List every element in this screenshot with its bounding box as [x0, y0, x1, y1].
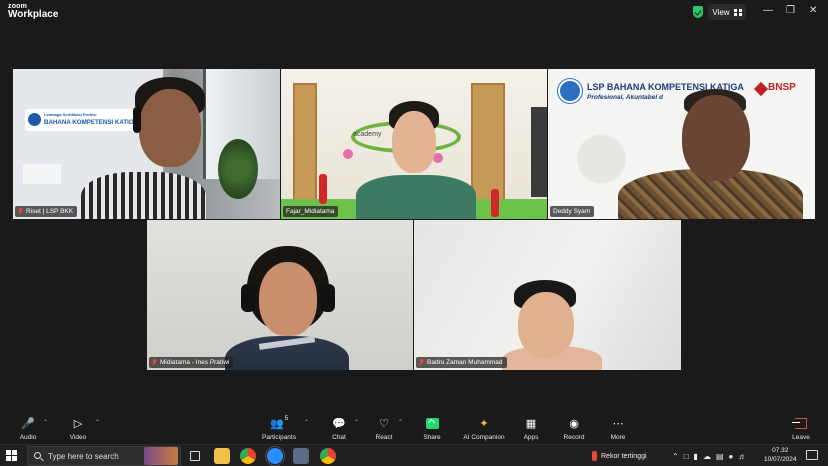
- brand-bottom: Workplace: [8, 9, 59, 20]
- search-icon: [34, 452, 41, 459]
- plant-decoration: [218, 139, 258, 199]
- search-placeholder: Type here to search: [48, 451, 119, 461]
- participants-count: 5: [284, 416, 289, 422]
- participant-name-tag: Midiatama - Ines Pratiwi: [149, 357, 234, 368]
- more-button[interactable]: ⋯ More: [588, 416, 648, 442]
- view-label: View: [712, 7, 730, 17]
- clock[interactable]: 07.32 10/07/2024: [764, 446, 797, 464]
- weather-widget[interactable]: Rekor tertinggi: [592, 445, 647, 466]
- file-explorer-icon[interactable]: [214, 448, 230, 464]
- grid-icon: [733, 8, 742, 16]
- leave-button[interactable]: Leave: [771, 416, 828, 441]
- zoom-window: zoom Workplace View — ❐ ✕ Lembaga Sertif…: [0, 0, 828, 466]
- chrome-profile-icon[interactable]: [320, 448, 336, 464]
- minimize-icon[interactable]: —: [763, 6, 773, 16]
- participant-name-tag: Fajar_Midiatama: [283, 206, 339, 217]
- zoom-app-icon[interactable]: [265, 446, 285, 466]
- share-screen-icon: [425, 417, 439, 429]
- participant-video: [351, 97, 481, 219]
- participant-name: Riset | LSP BKK: [26, 208, 74, 215]
- video-tile-1[interactable]: Lembaga Sertifikasi Profesi BAHANA KOMPE…: [13, 69, 280, 219]
- participant-video: [217, 244, 357, 370]
- participant-video: [502, 278, 602, 370]
- search-highlight-image[interactable]: [144, 447, 178, 465]
- fire-extinguisher-right: [491, 189, 499, 217]
- meeting-toolbar: 🎤 Audio ⌃ ▷ Video ⌃ 👥 5 Participants ⌃ 💬 …: [0, 413, 828, 444]
- mic-tray-icon[interactable]: ●: [729, 452, 734, 461]
- shelf-left: [293, 83, 317, 213]
- task-view-icon[interactable]: [190, 451, 200, 461]
- system-tray: ⌃ □ ▮ ☁ ▤ ● ♬: [672, 445, 746, 466]
- close-icon[interactable]: ✕: [809, 6, 817, 16]
- video-tile-3[interactable]: LSP BAHANA KOMPETENSI KATIGA Profesional…: [548, 69, 815, 219]
- clock-time: 07.32: [772, 447, 789, 454]
- leave-door-icon: [792, 417, 807, 429]
- participant-video: [618, 89, 808, 219]
- mic-muted-icon: [18, 208, 23, 215]
- mail-icon[interactable]: [293, 448, 309, 464]
- microphone-icon: 🎤: [21, 417, 35, 430]
- participant-name-tag: Badru Zaman Muhammad: [416, 357, 507, 368]
- video-tile-5[interactable]: Badru Zaman Muhammad: [414, 220, 681, 370]
- participant-name: Deddy Syam: [553, 208, 591, 215]
- apps-icon: ▦: [525, 417, 537, 430]
- windows-start-icon[interactable]: [6, 450, 17, 461]
- video-camera-icon: ▷: [73, 417, 83, 430]
- participant-name: Midiatama - Ines Pratiwi: [160, 359, 230, 366]
- notification-icon[interactable]: [806, 450, 818, 460]
- view-button[interactable]: View: [708, 4, 746, 20]
- clock-date: 10/07/2024: [764, 456, 797, 463]
- fire-extinguisher-left: [319, 174, 327, 204]
- thermometer-icon: [592, 451, 597, 461]
- mic-muted-icon: [419, 359, 424, 366]
- cloud-icon[interactable]: ☁: [703, 452, 711, 461]
- security-shield-icon[interactable]: [693, 6, 703, 18]
- participant-name: Fajar_Midiatama: [286, 208, 335, 215]
- participants-icon: 👥 5: [269, 416, 289, 430]
- video-options-chevron-icon[interactable]: ⌃: [95, 419, 100, 426]
- video-tile-2[interactable]: academy Fajar_Midiatama: [281, 69, 547, 219]
- video-tile-4[interactable]: Midiatama - Ines Pratiwi: [147, 220, 413, 370]
- chat-bubble-icon: 💬: [332, 417, 346, 430]
- maximize-icon[interactable]: ❐: [786, 6, 795, 16]
- speaker-icon[interactable]: ♬: [738, 452, 746, 461]
- network-icon[interactable]: ▤: [716, 452, 724, 461]
- participant-name-tag: Deddy Syam: [550, 206, 595, 217]
- mic-muted-icon: [152, 359, 157, 366]
- meet-icon[interactable]: □: [684, 452, 689, 461]
- headphone-icon: [241, 284, 255, 312]
- sparkle-icon: ✦: [479, 417, 489, 430]
- chrome-icon[interactable]: [240, 448, 256, 464]
- zoom-workplace-logo: zoom Workplace: [8, 3, 58, 20]
- participant-name-tag: Riset | LSP BKK: [15, 206, 78, 217]
- participant-video: [73, 77, 223, 219]
- participants-button[interactable]: 👥 5 Participants: [249, 416, 309, 441]
- lsp-logo-icon: [558, 79, 582, 103]
- more-dots-icon: ⋯: [612, 417, 624, 430]
- tray-chevron-icon[interactable]: ⌃: [672, 452, 679, 461]
- heart-icon: ♡: [379, 417, 389, 430]
- share-button[interactable]: Share: [402, 416, 462, 441]
- participant-name: Badru Zaman Muhammad: [427, 359, 503, 366]
- record-icon: ◉: [569, 417, 579, 430]
- battery-icon[interactable]: ▮: [694, 452, 698, 461]
- weather-text: Rekor tertinggi: [601, 452, 647, 460]
- headset-icon: [133, 107, 141, 133]
- windows-taskbar: Type here to search Rekor tertinggi ⌃ □ …: [0, 444, 828, 466]
- title-bar: zoom Workplace View — ❐ ✕: [0, 0, 828, 24]
- lsp-logo-icon: [28, 113, 41, 126]
